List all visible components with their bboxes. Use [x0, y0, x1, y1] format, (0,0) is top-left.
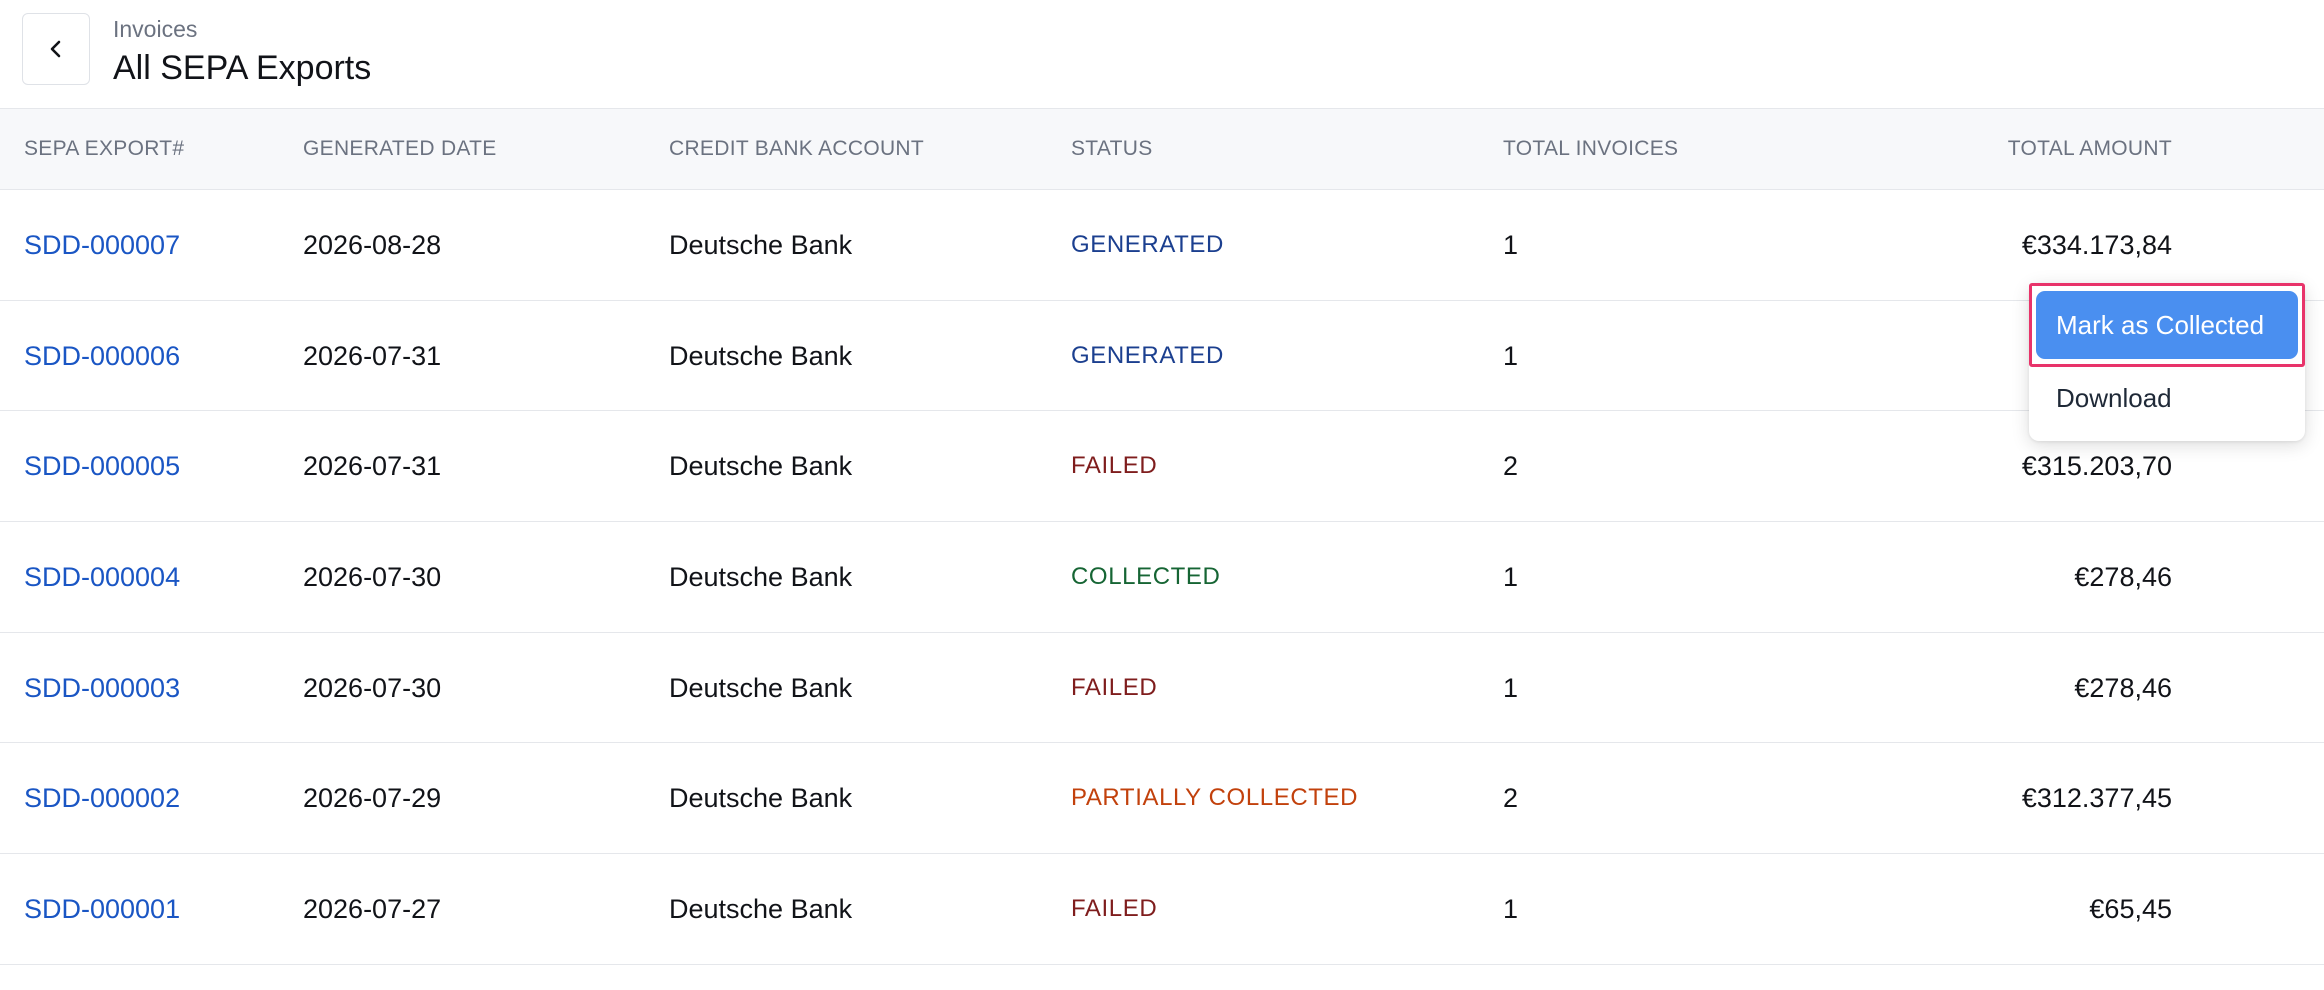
- export-id-link[interactable]: SDD-000007: [24, 190, 180, 300]
- total-invoices: 1: [1503, 340, 1519, 371]
- row-actions-menu: Mark as Collected Download: [2029, 283, 2305, 441]
- column-header-bank[interactable]: CREDIT BANK ACCOUNT: [669, 109, 924, 189]
- total-invoices: 1: [1503, 230, 1519, 260]
- mark-as-collected-button[interactable]: Mark as Collected: [2036, 291, 2298, 359]
- download-menu-item[interactable]: Download: [2056, 383, 2172, 414]
- generated-date: 2026-07-31: [303, 340, 442, 371]
- export-id-link[interactable]: SDD-000004: [24, 522, 180, 632]
- table-row[interactable]: SDD-000005 2026-07-31 Deutsche Bank FAIL…: [0, 411, 2324, 523]
- total-invoices: 1: [1503, 562, 1519, 593]
- credit-bank-account: Deutsche Bank: [669, 783, 853, 814]
- total-invoices: 1: [1503, 894, 1519, 925]
- chevron-left-icon: [50, 40, 61, 58]
- credit-bank-account: Deutsche Bank: [669, 562, 853, 593]
- status-badge: FAILED: [1071, 673, 1158, 701]
- page-header: Invoices All SEPA Exports: [0, 0, 2324, 108]
- total-amount: €278,46: [2074, 672, 2172, 703]
- export-id-link[interactable]: SDD-000006: [24, 301, 180, 411]
- generated-date: 2026-07-30: [303, 562, 442, 593]
- table-row[interactable]: SDD-000003 2026-07-30 Deutsche Bank FAIL…: [0, 633, 2324, 744]
- export-id-link[interactable]: SDD-000003: [24, 633, 180, 743]
- export-id-link[interactable]: SDD-000001: [24, 854, 180, 964]
- column-header-status[interactable]: STATUS: [1071, 109, 1153, 189]
- breadcrumb[interactable]: Invoices: [113, 16, 197, 43]
- column-header-date[interactable]: GENERATED DATE: [303, 109, 497, 189]
- table-header: SEPA EXPORT# GENERATED DATE CREDIT BANK …: [0, 108, 2324, 190]
- credit-bank-account: Deutsche Bank: [669, 894, 853, 925]
- credit-bank-account: Deutsche Bank: [669, 451, 853, 482]
- status-badge: FAILED: [1071, 895, 1158, 923]
- generated-date: 2026-07-27: [303, 894, 442, 925]
- total-invoices: 2: [1503, 451, 1519, 482]
- status-badge: COLLECTED: [1071, 563, 1221, 591]
- credit-bank-account: Deutsche Bank: [669, 672, 853, 703]
- status-badge: GENERATED: [1071, 231, 1224, 258]
- generated-date: 2026-07-29: [303, 783, 442, 814]
- total-amount: €312.377,45: [2021, 783, 2172, 814]
- table-row[interactable]: SDD-000002 2026-07-29 Deutsche Bank PART…: [0, 743, 2324, 855]
- column-header-amount[interactable]: TOTAL AMOUNT: [2008, 109, 2172, 189]
- total-amount: €278,46: [2074, 562, 2172, 593]
- column-header-invoices[interactable]: TOTAL INVOICES: [1503, 109, 1678, 189]
- table-row[interactable]: SDD-000004 2026-07-30 Deutsche Bank COLL…: [0, 522, 2324, 633]
- total-amount: €65,45: [2089, 894, 2172, 925]
- status-badge: PARTIALLY COLLECTED: [1071, 784, 1359, 812]
- table-row[interactable]: SDD-000006 2026-07-31 Deutsche Bank GENE…: [0, 301, 2324, 412]
- total-invoices: 2: [1503, 783, 1519, 814]
- status-badge: FAILED: [1071, 452, 1158, 480]
- export-id-link[interactable]: SDD-000002: [24, 743, 180, 853]
- back-button[interactable]: [22, 13, 90, 85]
- generated-date: 2026-07-31: [303, 451, 442, 482]
- export-id-link[interactable]: SDD-000005: [24, 411, 180, 521]
- column-header-export[interactable]: SEPA EXPORT#: [24, 109, 184, 189]
- sepa-exports-table: SEPA EXPORT# GENERATED DATE CREDIT BANK …: [0, 108, 2324, 965]
- credit-bank-account: Deutsche Bank: [669, 230, 853, 260]
- generated-date: 2026-07-30: [303, 672, 442, 703]
- credit-bank-account: Deutsche Bank: [669, 340, 853, 371]
- table-row[interactable]: SDD-000007 2026-08-28 Deutsche Bank GENE…: [0, 190, 2324, 301]
- page-title: All SEPA Exports: [113, 49, 372, 87]
- total-invoices: 1: [1503, 672, 1519, 703]
- status-badge: GENERATED: [1071, 341, 1224, 369]
- table-row[interactable]: SDD-000001 2026-07-27 Deutsche Bank FAIL…: [0, 854, 2324, 965]
- generated-date: 2026-08-28: [303, 230, 442, 260]
